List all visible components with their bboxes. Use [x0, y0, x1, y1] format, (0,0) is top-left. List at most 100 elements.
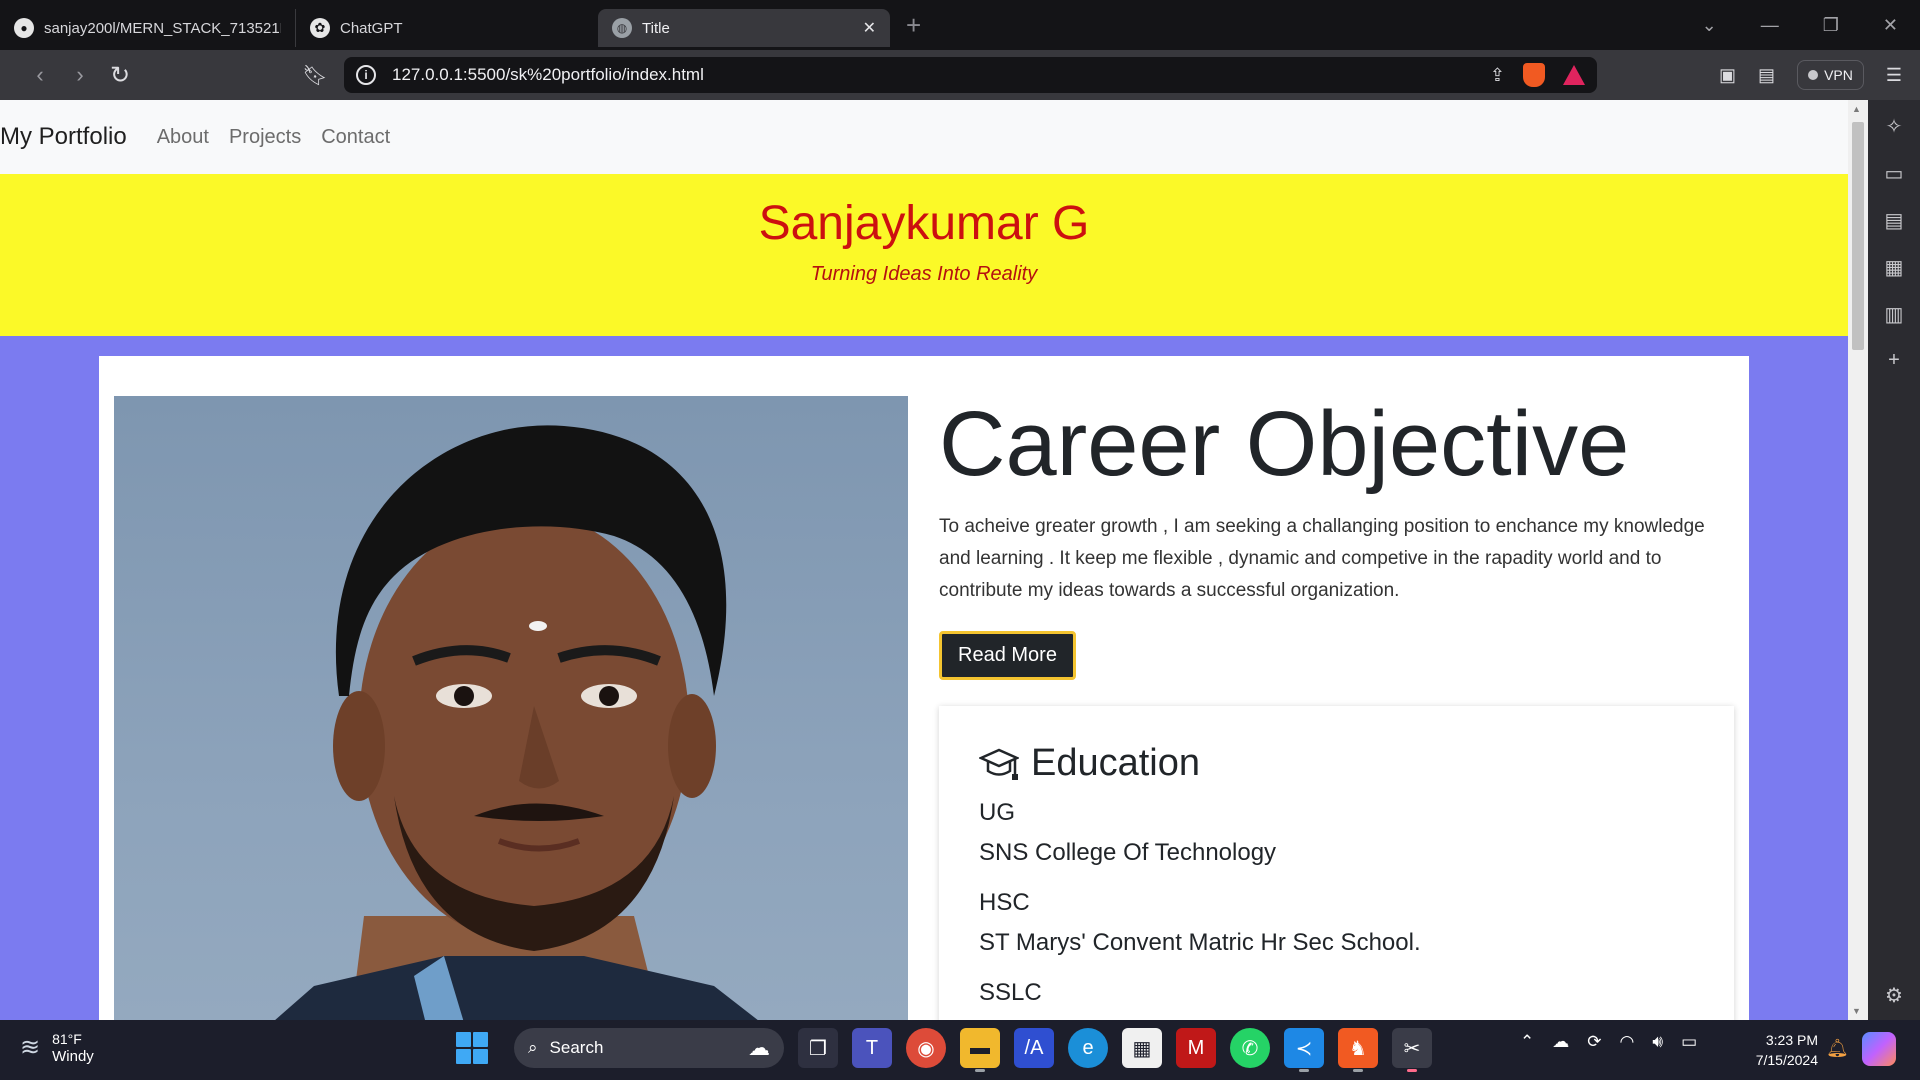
search-highlight-icon: ☁: [748, 1035, 770, 1060]
minimize-button[interactable]: —: [1761, 15, 1779, 36]
task-view-icon[interactable]: ❐: [798, 1028, 838, 1068]
reading-list-icon[interactable]: ▥: [1885, 302, 1904, 327]
media-icon[interactable]: ▭: [1885, 161, 1904, 186]
tab-label: Title: [642, 19, 670, 37]
browser-sidebar: ✧ ▭ ▤ ▦ ▥ + ⚙: [1868, 100, 1920, 1020]
tab-chatgpt[interactable]: ✿ ChatGPT: [295, 9, 590, 47]
system-tray: ⌃ ☁ ⟳ ◠ 🔊︎ ▭: [1520, 1032, 1697, 1052]
site-brand[interactable]: My Portfolio: [0, 123, 127, 151]
education-title: Education: [1031, 742, 1201, 784]
nav-link-contact[interactable]: Contact: [321, 126, 390, 149]
weather-widget[interactable]: ≋ 81°F Windy: [20, 1030, 94, 1065]
copilot-icon[interactable]: [1862, 1032, 1896, 1066]
sidebar-toggle-icon[interactable]: ▣: [1719, 65, 1736, 86]
add-panel-icon[interactable]: +: [1888, 349, 1900, 372]
clock-date: 7/15/2024: [1755, 1052, 1818, 1068]
file-explorer-icon[interactable]: ▬: [960, 1028, 1000, 1072]
sidebar-settings-icon[interactable]: ⚙: [1885, 983, 1903, 1008]
notification-bell-icon[interactable]: 🔔︎: [1826, 1038, 1849, 1059]
nav-link-projects[interactable]: Projects: [229, 126, 301, 149]
stylus-app-icon[interactable]: /A: [1014, 1028, 1054, 1068]
mcafee-icon[interactable]: M: [1176, 1028, 1216, 1068]
weather-condition: Windy: [52, 1048, 94, 1065]
share-icon[interactable]: ⇪: [1490, 65, 1505, 86]
menu-icon[interactable]: ☰: [1886, 65, 1902, 86]
brave-shields-icon[interactable]: [1523, 63, 1545, 87]
taskbar-search[interactable]: ⌕ Search ☁: [514, 1028, 784, 1068]
hero-name: Sanjaykumar G: [758, 197, 1090, 250]
education-card: Education UG SNS College Of Technology H…: [939, 706, 1734, 1020]
leo-ai-icon[interactable]: ✧: [1886, 114, 1903, 139]
volume-icon[interactable]: 🔊︎: [1652, 1032, 1663, 1052]
nav-link-about[interactable]: About: [157, 126, 209, 149]
show-hidden-icons[interactable]: ⌃: [1520, 1032, 1534, 1052]
vpn-status-icon: [1808, 70, 1819, 80]
vscode-icon[interactable]: ≺: [1284, 1028, 1324, 1072]
hero-tagline: Turning Ideas Into Reality: [810, 263, 1038, 285]
page-scrollbar[interactable]: ▲ ▼: [1848, 100, 1868, 1020]
start-button[interactable]: [456, 1032, 488, 1064]
wind-icon: ≋: [20, 1034, 41, 1061]
battery-icon[interactable]: ▭: [1681, 1032, 1697, 1052]
hero-banner: Sanjaykumar G Turning Ideas Into Reality: [0, 174, 1848, 336]
github-icon: ●: [14, 18, 34, 38]
whatsapp-icon[interactable]: ✆: [1230, 1028, 1270, 1068]
url-text[interactable]: 127.0.0.1:5500/sk%20portfolio/index.html: [392, 65, 704, 85]
back-button[interactable]: ‹: [20, 62, 60, 88]
career-section: Career Objective To acheive greater grow…: [939, 393, 1734, 1020]
snipping-tool-icon[interactable]: ✂: [1392, 1028, 1432, 1072]
tab-search-icon[interactable]: ⌄: [1702, 15, 1717, 36]
chatgpt-icon: ✿: [310, 18, 330, 38]
career-objective-title: Career Objective: [939, 393, 1630, 495]
chrome-icon[interactable]: ◉: [906, 1028, 946, 1068]
close-window-button[interactable]: ✕: [1883, 15, 1898, 36]
reload-button[interactable]: ↻: [100, 61, 140, 90]
teams-icon[interactable]: T: [852, 1028, 892, 1068]
profile-photo: [114, 396, 908, 1020]
taskbar-apps: ⌕ Search ☁ ❐ T ◉ ▬ /A e ▦ M ✆ ≺ ♞ ✂: [456, 1028, 1432, 1072]
tab-title-active[interactable]: ◍ Title ✕: [598, 9, 890, 47]
sync-icon[interactable]: ⟳: [1587, 1032, 1601, 1052]
scroll-up-arrow-icon[interactable]: ▲: [1852, 104, 1861, 114]
clock-time: 3:23 PM: [1765, 1032, 1818, 1048]
bookmark-icon[interactable]: 🔖︎: [300, 63, 330, 88]
restore-button[interactable]: ❐: [1823, 15, 1839, 36]
portrait-illustration: [275, 425, 758, 1020]
window-controls: ⌄ — ❐ ✕: [1702, 15, 1920, 36]
brave-rewards-icon[interactable]: [1563, 65, 1585, 85]
brave-browser-icon[interactable]: ♞: [1338, 1028, 1378, 1072]
site-info-icon[interactable]: i: [356, 65, 376, 85]
new-tab-button[interactable]: +: [906, 10, 921, 41]
wifi-icon[interactable]: ◠: [1620, 1032, 1635, 1052]
weather-temp: 81°F: [52, 1031, 82, 1047]
edu-level-hsc: HSC: [979, 889, 1030, 916]
toolbar-right: ▣ ▤ VPN ☰: [1719, 60, 1920, 90]
site-navbar: My Portfolio About Projects Contact: [0, 100, 1848, 174]
wallet-side-icon[interactable]: ▤: [1885, 208, 1904, 233]
edu-school-ug: SNS College Of Technology: [979, 839, 1277, 866]
taskbar-clock[interactable]: 3:23 PM 7/15/2024: [1738, 1030, 1818, 1070]
search-icon: ⌕: [528, 1038, 538, 1057]
vpn-button[interactable]: VPN: [1797, 60, 1864, 90]
education-heading: Education: [979, 742, 1694, 785]
forward-button[interactable]: ›: [60, 62, 100, 88]
browser-tab-strip: ● sanjay200l/MERN_STACK_713521EE0 ✿ Chat…: [0, 0, 1920, 50]
address-bar[interactable]: i 127.0.0.1:5500/sk%20portfolio/index.ht…: [344, 57, 1597, 93]
bookmarks-icon[interactable]: ▦: [1885, 255, 1904, 280]
windows-taskbar: ≋ 81°F Windy ⌕ Search ☁ ❐ T ◉ ▬ /A e ▦ M…: [0, 1020, 1920, 1080]
store-icon[interactable]: ▦: [1122, 1028, 1162, 1068]
scroll-down-arrow-icon[interactable]: ▼: [1852, 1006, 1861, 1016]
tab-github[interactable]: ● sanjay200l/MERN_STACK_713521EE0: [0, 9, 295, 47]
wallet-icon[interactable]: ▤: [1758, 65, 1775, 86]
main-card: Career Objective To acheive greater grow…: [99, 356, 1749, 1020]
browser-toolbar: ‹ › ↻ 🔖︎ i 127.0.0.1:5500/sk%20portfolio…: [0, 50, 1920, 100]
edge-icon[interactable]: e: [1068, 1028, 1108, 1068]
onedrive-icon[interactable]: ☁: [1552, 1032, 1569, 1052]
search-label: Search: [549, 1038, 604, 1057]
vpn-label: VPN: [1824, 67, 1853, 83]
scroll-thumb[interactable]: [1852, 122, 1864, 350]
graduation-cap-icon: [979, 748, 1019, 780]
close-tab-icon[interactable]: ✕: [863, 18, 876, 38]
page-viewport: My Portfolio About Projects Contact Sanj…: [0, 100, 1848, 1020]
read-more-button[interactable]: Read More: [939, 630, 1076, 680]
